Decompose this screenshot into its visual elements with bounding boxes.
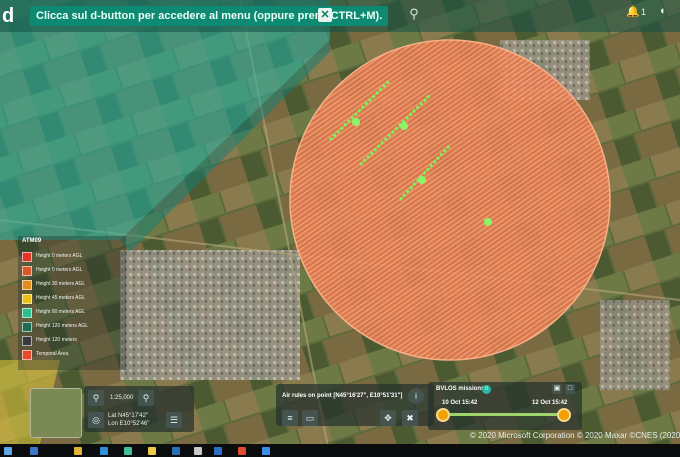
expand-icon[interactable]: □ <box>565 384 575 394</box>
taskbar-app-icon[interactable] <box>238 447 246 455</box>
legend-swatch <box>22 350 32 360</box>
timeline-track[interactable] <box>440 413 564 416</box>
air-rules-text: Air rules on point [N45°16'27", E10°51'3… <box>282 393 403 399</box>
town-area <box>120 250 300 380</box>
legend-swatch <box>22 322 32 332</box>
taskbar-app-icon[interactable] <box>124 447 132 455</box>
legend-label: Height 60 meters AGL <box>36 309 86 315</box>
drone-marker[interactable] <box>484 218 492 226</box>
close-hint-button[interactable]: ✕ <box>318 8 332 22</box>
info-icon[interactable]: i <box>408 388 424 404</box>
no-fly-zone-circle <box>290 40 610 360</box>
taskbar-app-icon[interactable] <box>30 447 38 455</box>
longitude-value: Lon E10°52'46" <box>108 421 150 427</box>
legend-swatch <box>22 252 32 262</box>
taskbar-app-icon[interactable] <box>100 447 108 455</box>
notification-count: 1 <box>641 7 647 17</box>
overview-minimap[interactable] <box>30 388 82 438</box>
legend-label: Height 30 meters AGL <box>36 281 86 287</box>
bvlos-title: BVLOS missions <box>436 386 485 392</box>
zoom-out-icon[interactable]: ⚲ <box>88 390 104 406</box>
taskbar-app-icon[interactable] <box>148 447 156 455</box>
list-icon[interactable]: ≡ <box>282 410 298 426</box>
camera-icon[interactable]: ▣ <box>552 384 562 394</box>
legend-swatch <box>22 336 32 346</box>
legend-label: Height 0 meters AGL <box>36 267 83 273</box>
timeline-start-handle[interactable] <box>436 408 450 422</box>
taskbar-app-icon[interactable] <box>74 447 82 455</box>
timeline-start-label: 10 Oct 15:42 <box>442 400 478 406</box>
search-icon[interactable]: ⚲ <box>406 6 422 22</box>
zoom-in-icon[interactable]: ⚲ <box>138 390 154 406</box>
start-icon[interactable] <box>4 447 12 455</box>
taskbar-app-icon[interactable] <box>214 447 222 455</box>
legend-swatch <box>22 308 32 318</box>
drone-marker[interactable] <box>400 122 408 130</box>
layers-icon[interactable]: ☰ <box>166 412 182 428</box>
legend-label: Height 120 meters AGL <box>36 323 88 329</box>
timeline-end-handle[interactable] <box>557 408 571 422</box>
map-screen[interactable]: d Clicca sul d-button per accedere al me… <box>0 0 680 457</box>
latitude-value: Lat N45°17'42" <box>108 413 149 419</box>
taskbar-app-icon[interactable] <box>262 447 270 455</box>
legend-swatch <box>22 266 32 276</box>
target-icon[interactable]: ◎ <box>88 412 104 428</box>
drone-marker[interactable] <box>352 118 360 126</box>
bell-icon[interactable]: 🔔 <box>626 5 640 19</box>
legend-label: Height 0 meters AGL <box>36 253 83 259</box>
legend-label: Height 120 meters <box>36 337 77 343</box>
d-button-logo[interactable]: d <box>2 6 18 26</box>
legend-swatch <box>22 294 32 304</box>
taskbar-app-icon[interactable] <box>194 447 202 455</box>
legend-label: Temporal Area <box>36 351 69 357</box>
timeline-end-label: 12 Oct 15:42 <box>532 400 568 406</box>
copyright-text: © 2020 Microsoft Corporation © 2020 Maxa… <box>470 431 680 440</box>
fullscreen-icon[interactable]: ✖ <box>402 410 418 426</box>
menu-hint-banner: Clicca sul d-button per accedere al menu… <box>30 6 389 26</box>
scale-value: 1:25,000 <box>110 395 134 401</box>
rectangle-icon[interactable]: ▭ <box>302 410 318 426</box>
drop-icon[interactable]: ◐ <box>660 4 672 18</box>
legend-swatch <box>22 280 32 290</box>
drone-marker[interactable] <box>418 176 426 184</box>
move-icon[interactable]: ✥ <box>380 410 396 426</box>
legend-title: ATM09 <box>22 238 42 244</box>
bvlos-count-badge: 0 <box>482 385 491 394</box>
taskbar-app-icon[interactable] <box>172 447 180 455</box>
town-area <box>600 300 670 390</box>
legend-label: Height 45 meters AGL <box>36 295 86 301</box>
